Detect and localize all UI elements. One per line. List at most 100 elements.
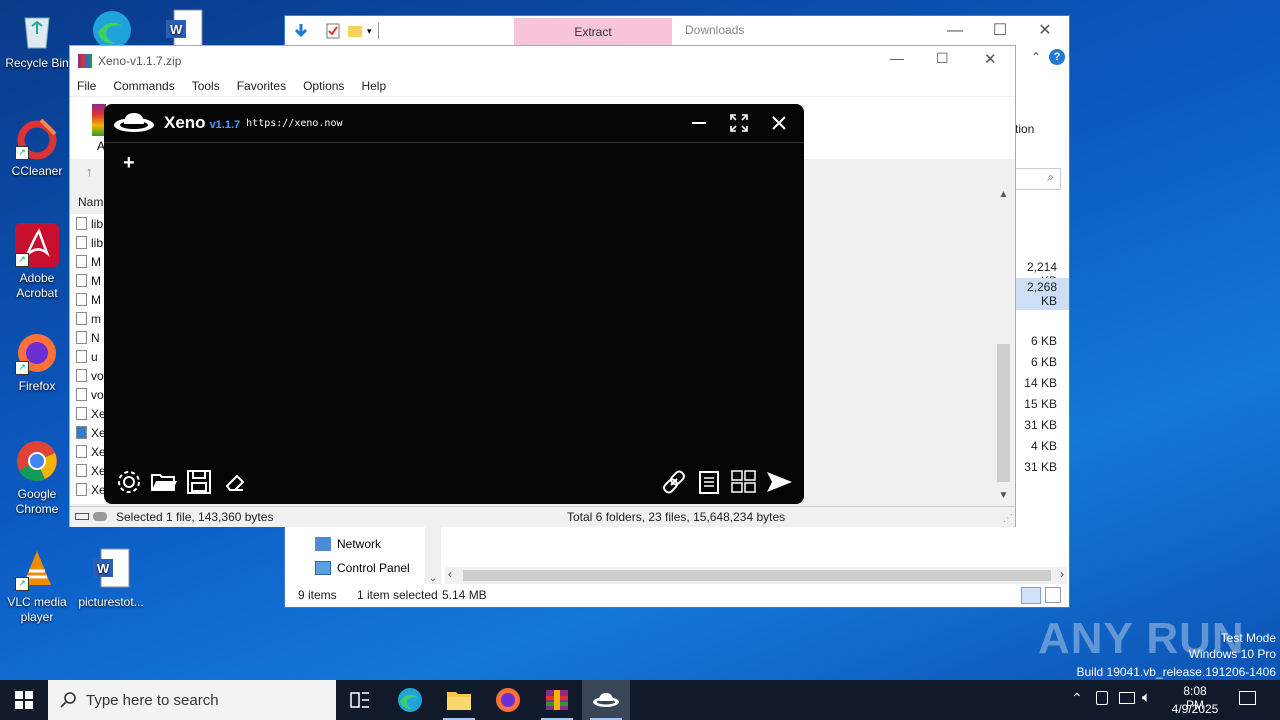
list-item[interactable]: Xe: [76, 442, 106, 461]
file-icon: [76, 445, 87, 458]
xeno-titlebar[interactable]: Xeno v1.1.7 https://xeno.now: [104, 104, 804, 143]
nav-item-label: Network: [337, 537, 382, 551]
minimize-icon[interactable]: —: [890, 50, 904, 66]
scroll-thumb[interactable]: [997, 344, 1010, 482]
list-item[interactable]: M: [76, 271, 106, 290]
taskbar-file-explorer-icon[interactable]: [435, 680, 483, 720]
list-item[interactable]: m: [76, 309, 106, 328]
explorer-file-list[interactable]: 2,214 KB 2,268 KB 6 KB 6 KB 14 KB 15 KB …: [1013, 256, 1069, 516]
menu-commands[interactable]: Commands: [113, 79, 174, 93]
menu-help[interactable]: Help: [361, 79, 386, 93]
list-item[interactable]: Xe: [76, 480, 106, 499]
nav-item-network[interactable]: Network: [315, 537, 381, 551]
new-folder-icon[interactable]: [347, 23, 363, 39]
svg-text:W: W: [170, 22, 183, 37]
close-icon[interactable]: ✕: [984, 50, 997, 68]
taskbar-xeno-icon[interactable]: [582, 680, 630, 720]
list-item[interactable]: N: [76, 328, 106, 347]
tray-device-icon[interactable]: [1096, 691, 1108, 705]
eraser-icon[interactable]: [221, 468, 249, 496]
desktop-icon-ccleaner[interactable]: ↗ CCleaner: [1, 116, 73, 179]
scroll-down-icon[interactable]: ⌄: [425, 573, 441, 584]
execute-send-icon[interactable]: [765, 468, 793, 496]
large-icons-view-icon[interactable]: [1045, 587, 1061, 603]
volume-icon[interactable]: 🔈︎: [1142, 689, 1151, 706]
scroll-right-icon[interactable]: ›: [1060, 567, 1064, 581]
maximize-icon[interactable]: ☐: [936, 50, 949, 67]
desktop-icon-firefox[interactable]: ↗ Firefox: [1, 331, 73, 394]
close-icon[interactable]: [763, 108, 795, 138]
taskbar-firefox-icon[interactable]: [484, 680, 532, 720]
settings-gear-icon[interactable]: [115, 468, 143, 496]
client-manager-icon[interactable]: [730, 468, 758, 496]
menu-options[interactable]: Options: [303, 79, 344, 93]
vertical-scrollbar[interactable]: ▲ ▼: [995, 189, 1012, 501]
taskbar-winrar-icon[interactable]: [533, 680, 581, 720]
tab-extract[interactable]: Extract: [514, 18, 672, 46]
shortcut-arrow-icon: ↗: [15, 361, 29, 375]
list-item[interactable]: Xe: [76, 461, 106, 480]
list-item[interactable]: M: [76, 252, 106, 271]
minimize-icon[interactable]: —: [935, 20, 975, 42]
list-item[interactable]: Xe: [76, 404, 106, 423]
help-icon[interactable]: ?: [1049, 49, 1065, 65]
script-list-icon[interactable]: [695, 468, 723, 496]
maximize-icon[interactable]: ☐: [980, 20, 1020, 42]
app-url[interactable]: https://xeno.now: [246, 118, 342, 129]
resize-grip-icon[interactable]: ⋰: [1003, 513, 1013, 524]
close-icon[interactable]: ✕: [1025, 20, 1065, 42]
link-icon[interactable]: [660, 468, 688, 496]
list-item[interactable]: vo: [76, 366, 106, 385]
editor-area[interactable]: [104, 184, 804, 460]
column-header-name[interactable]: Nam: [78, 195, 103, 209]
download-arrow-icon[interactable]: [293, 23, 309, 39]
desktop-icon-chrome[interactable]: Google Chrome: [1, 439, 73, 517]
ribbon-label-fragment: tion: [1015, 122, 1035, 136]
up-folder-icon[interactable]: ↑: [86, 164, 93, 179]
list-item[interactable]: u: [76, 347, 106, 366]
list-item[interactable]: M: [76, 290, 106, 309]
desktop-icon-adobe-acrobat[interactable]: ↗ Adobe Acrobat: [1, 223, 73, 301]
file-list[interactable]: lib lib M M M m N u vo vo Xe Xe Xe Xe Xe: [70, 214, 106, 504]
quick-access-dropdown-icon[interactable]: ▾: [367, 26, 372, 37]
save-icon[interactable]: [185, 468, 213, 496]
fullscreen-icon[interactable]: [723, 108, 755, 138]
nav-pane[interactable]: Network Control Panel: [305, 534, 445, 594]
status-total: Total 6 folders, 23 files, 15,648,234 by…: [567, 510, 786, 524]
scroll-left-icon[interactable]: ‹: [448, 567, 452, 581]
minimize-icon[interactable]: [683, 108, 715, 138]
ribbon-collapse-icon[interactable]: ⌃: [1031, 50, 1041, 64]
tray-overflow-icon[interactable]: ⌃: [1071, 690, 1083, 707]
scroll-thumb[interactable]: [463, 570, 1051, 581]
clock-date[interactable]: 4/9/2025: [1169, 702, 1221, 716]
taskbar-search-box[interactable]: Type here to search: [48, 680, 336, 720]
scroll-up-icon[interactable]: ▲: [995, 189, 1012, 200]
taskbar-edge-icon[interactable]: [386, 680, 434, 720]
details-view-icon[interactable]: [1021, 587, 1041, 604]
list-item[interactable]: vo: [76, 385, 106, 404]
list-item[interactable]: Xe: [76, 423, 106, 442]
scroll-down-icon[interactable]: ▼: [995, 490, 1012, 501]
network-icon[interactable]: [1119, 692, 1135, 704]
notifications-icon[interactable]: [1239, 691, 1256, 705]
properties-icon[interactable]: [325, 23, 341, 39]
add-tab-button[interactable]: +: [123, 152, 135, 175]
menu-file[interactable]: File: [77, 79, 96, 93]
open-folder-icon[interactable]: [150, 468, 178, 496]
desktop-icon-picturestot[interactable]: W picturestot...: [75, 547, 147, 610]
list-item[interactable]: lib: [76, 233, 106, 252]
menu-favorites[interactable]: Favorites: [237, 79, 286, 93]
nav-scrollbar[interactable]: ⌄: [425, 526, 441, 584]
task-view-icon[interactable]: [336, 680, 384, 720]
horizontal-scrollbar[interactable]: ‹ ›: [445, 567, 1067, 584]
menu-tools[interactable]: Tools: [192, 79, 220, 93]
xeno-window[interactable]: Xeno v1.1.7 https://xeno.now +: [104, 104, 804, 504]
list-item[interactable]: lib: [76, 214, 106, 233]
desktop-icon-recycle-bin[interactable]: Recycle Bin: [1, 8, 73, 71]
start-button[interactable]: [0, 680, 48, 720]
desktop-icon-vlc[interactable]: ↗ VLC media player: [1, 547, 73, 625]
shortcut-arrow-icon: ↗: [15, 146, 29, 160]
search-box[interactable]: ⌕: [1015, 168, 1061, 190]
nav-item-control-panel[interactable]: Control Panel: [315, 561, 410, 575]
explorer-statusbar: 9 items 1 item selected 5.14 MB: [285, 586, 1069, 607]
